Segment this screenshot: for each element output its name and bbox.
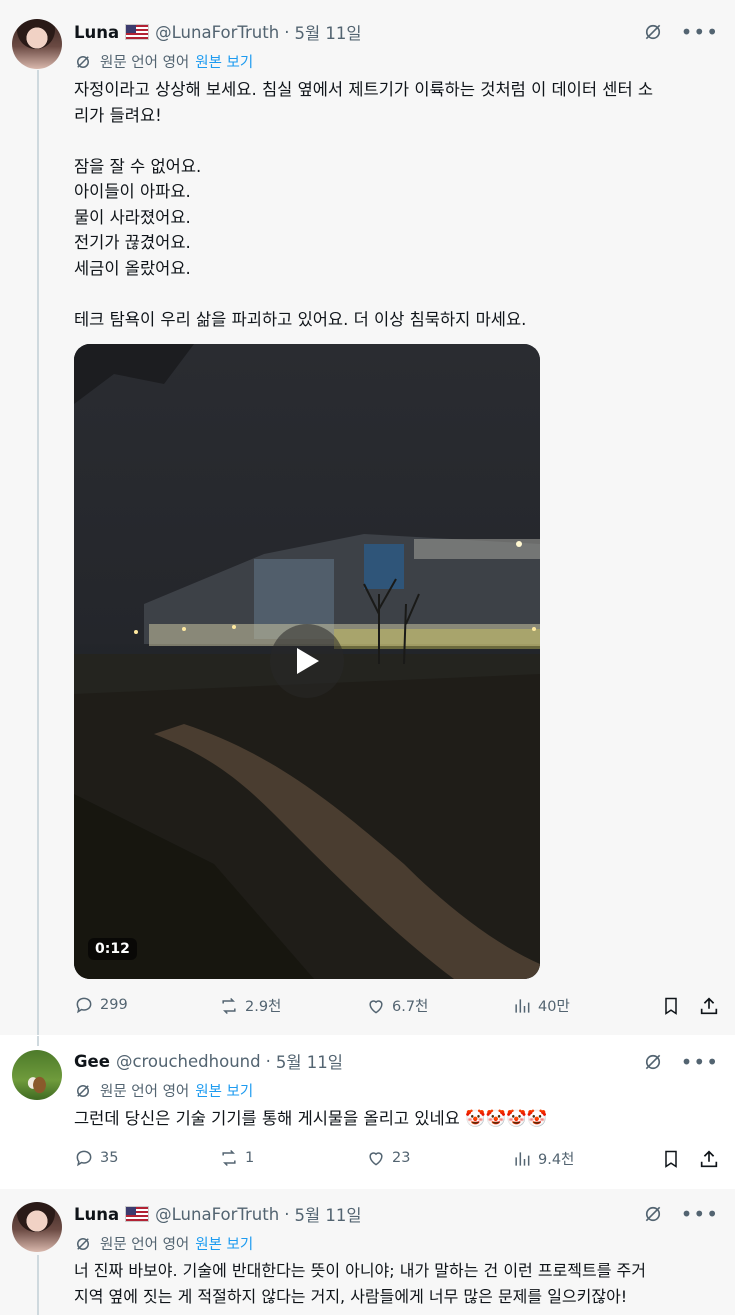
post-luna-2[interactable]: Luna @LunaForTruth · 5월 11일 ••• 원문 언어 영어…: [0, 1189, 735, 1315]
post-header: Luna @LunaForTruth · 5월 11일: [74, 20, 362, 44]
us-flag-icon: [125, 1206, 150, 1222]
translation-notice: 원문 언어 영어 원본 보기: [74, 51, 253, 72]
more-icon[interactable]: •••: [681, 1204, 719, 1224]
action-bar: 299 2.9천 6.7천 40만: [74, 995, 722, 1021]
separator: ·: [265, 1051, 271, 1071]
post-header: Luna @LunaForTruth · 5월 11일: [74, 1202, 362, 1226]
grok-icon[interactable]: [643, 22, 663, 42]
repost-count: 2.9천: [245, 999, 282, 1015]
post-luna-1[interactable]: Luna @LunaForTruth · 5월 11일 ••• 원문 언어 영어…: [0, 0, 735, 1035]
post-date[interactable]: 5월 11일: [276, 1049, 343, 1073]
repost-button[interactable]: 1: [219, 1148, 254, 1168]
avatar[interactable]: [12, 1202, 62, 1252]
repost-icon: [222, 1149, 236, 1167]
more-icon[interactable]: •••: [681, 22, 719, 42]
more-icon[interactable]: •••: [681, 1052, 719, 1072]
share-icon[interactable]: [698, 995, 720, 1017]
views-icon: [515, 1151, 530, 1166]
views-count: 9.4천: [538, 1152, 575, 1168]
post-text-line: 테크 탐욕이 우리 삶을 파괴하고 있어요. 더 이상 침묵하지 마세요.: [74, 309, 527, 329]
author-name[interactable]: Luna: [74, 1205, 119, 1224]
translation-notice: 원문 언어 영어 원본 보기: [74, 1080, 253, 1101]
post-text: 그런데 당신은 기술 기기를 통해 게시물을 올리고 있네요 🤡🤡🤡🤡: [74, 1106, 724, 1132]
show-original-link[interactable]: 원본 보기: [195, 1080, 253, 1101]
translate-icon: [77, 55, 89, 68]
post-text: 자정이라고 상상해 보세요. 침실 옆에서 제트기가 이륙하는 것처럼 이 데이…: [74, 77, 724, 332]
play-button[interactable]: [270, 624, 344, 698]
like-count: 23: [392, 1150, 411, 1166]
like-button[interactable]: 6.7천: [366, 995, 428, 1016]
post-text-line: 리가 들려요!: [74, 105, 162, 125]
show-original-link[interactable]: 원본 보기: [195, 51, 253, 72]
translation-label: 원문 언어 영어: [100, 1237, 190, 1253]
action-bar: 35 1 23 9.4천: [74, 1148, 722, 1174]
post-gee[interactable]: Gee @crouchedhound · 5월 11일 ••• 원문 언어 영어…: [0, 1036, 735, 1189]
post-text-line: 잠을 잘 수 없어요.: [74, 156, 202, 176]
like-button[interactable]: 23: [366, 1148, 410, 1168]
author-name[interactable]: Gee: [74, 1052, 110, 1071]
thread-line: [37, 70, 39, 1035]
video-duration: 0:12: [88, 938, 137, 960]
post-text-line: 전기가 끊겼어요.: [74, 233, 191, 252]
author-handle[interactable]: @LunaForTruth: [155, 23, 279, 42]
post-text-line: 자정이라고 상상해 보세요. 침실 옆에서 제트기가 이륙하는 것처럼 이 데이…: [74, 80, 654, 99]
thread-line: [37, 1255, 39, 1315]
like-icon: [369, 1152, 383, 1166]
show-original-link[interactable]: 원본 보기: [195, 1233, 253, 1254]
repost-button[interactable]: 2.9천: [219, 995, 281, 1016]
us-flag-icon: [125, 24, 150, 40]
grok-icon[interactable]: [643, 1052, 663, 1072]
reply-button[interactable]: 35: [74, 1148, 118, 1168]
views-button[interactable]: 9.4천: [512, 1148, 574, 1169]
play-icon: [297, 648, 319, 674]
reply-button[interactable]: 299: [74, 995, 128, 1015]
repost-count: 1: [245, 1150, 255, 1166]
post-date[interactable]: 5월 11일: [294, 1202, 361, 1226]
post-header-actions: •••: [643, 22, 719, 42]
reply-count: 35: [100, 1150, 119, 1166]
avatar[interactable]: [12, 1050, 62, 1100]
bookmark-icon[interactable]: [661, 1148, 681, 1170]
like-icon: [369, 999, 383, 1014]
post-text-line: 그런데 당신은 기술 기기를 통해 게시물을 올리고 있네요 🤡🤡🤡🤡: [74, 1109, 548, 1128]
post-text-line: 물이 사라졌어요.: [74, 207, 191, 227]
post-header: Gee @crouchedhound · 5월 11일: [74, 1049, 343, 1073]
author-name[interactable]: Luna: [74, 23, 119, 42]
post-text: 너 진짜 바보야. 기술에 반대한다는 뜻이 아니야; 내가 말하는 건 이런 …: [74, 1258, 724, 1309]
translate-icon: [77, 1084, 89, 1097]
thread-line: [37, 1036, 39, 1046]
separator: ·: [284, 1204, 290, 1224]
translation-notice: 원문 언어 영어 원본 보기: [74, 1233, 253, 1254]
repost-icon: [222, 997, 236, 1014]
translation-label: 원문 언어 영어: [100, 55, 190, 71]
thread: Luna @LunaForTruth · 5월 11일 ••• 원문 언어 영어…: [0, 0, 735, 1315]
translation-label: 원문 언어 영어: [100, 1084, 190, 1100]
post-date[interactable]: 5월 11일: [294, 20, 361, 44]
author-handle[interactable]: @LunaForTruth: [155, 1205, 279, 1224]
translate-icon: [77, 1237, 89, 1250]
share-icon[interactable]: [698, 1148, 720, 1170]
author-handle[interactable]: @crouchedhound: [116, 1052, 261, 1071]
post-text-line: [74, 281, 724, 307]
reply-icon: [76, 997, 92, 1014]
post-header-actions: •••: [643, 1204, 719, 1224]
like-count: 6.7천: [392, 999, 429, 1015]
separator: ·: [284, 22, 290, 42]
post-text-line: [74, 128, 724, 154]
post-header-actions: •••: [643, 1052, 719, 1072]
reply-count: 299: [100, 997, 128, 1013]
post-text-line: 세금이 올랐어요.: [74, 258, 191, 278]
bookmark-icon[interactable]: [661, 995, 681, 1017]
reply-icon: [76, 1150, 92, 1167]
post-text-line: 너 진짜 바보야. 기술에 반대한다는 뜻이 아니야; 내가 말하는 건 이런 …: [74, 1261, 646, 1280]
grok-icon[interactable]: [643, 1204, 663, 1224]
avatar[interactable]: [12, 19, 62, 69]
views-button[interactable]: 40만: [512, 995, 570, 1016]
post-text-line: 지역 옆에 짓는 게 적절하지 않다는 거지, 사람들에게 너무 많은 문제를 …: [74, 1286, 628, 1306]
post-text-line: 아이들이 아파요.: [74, 182, 191, 201]
views-count: 40만: [538, 999, 570, 1015]
views-icon: [515, 998, 530, 1013]
